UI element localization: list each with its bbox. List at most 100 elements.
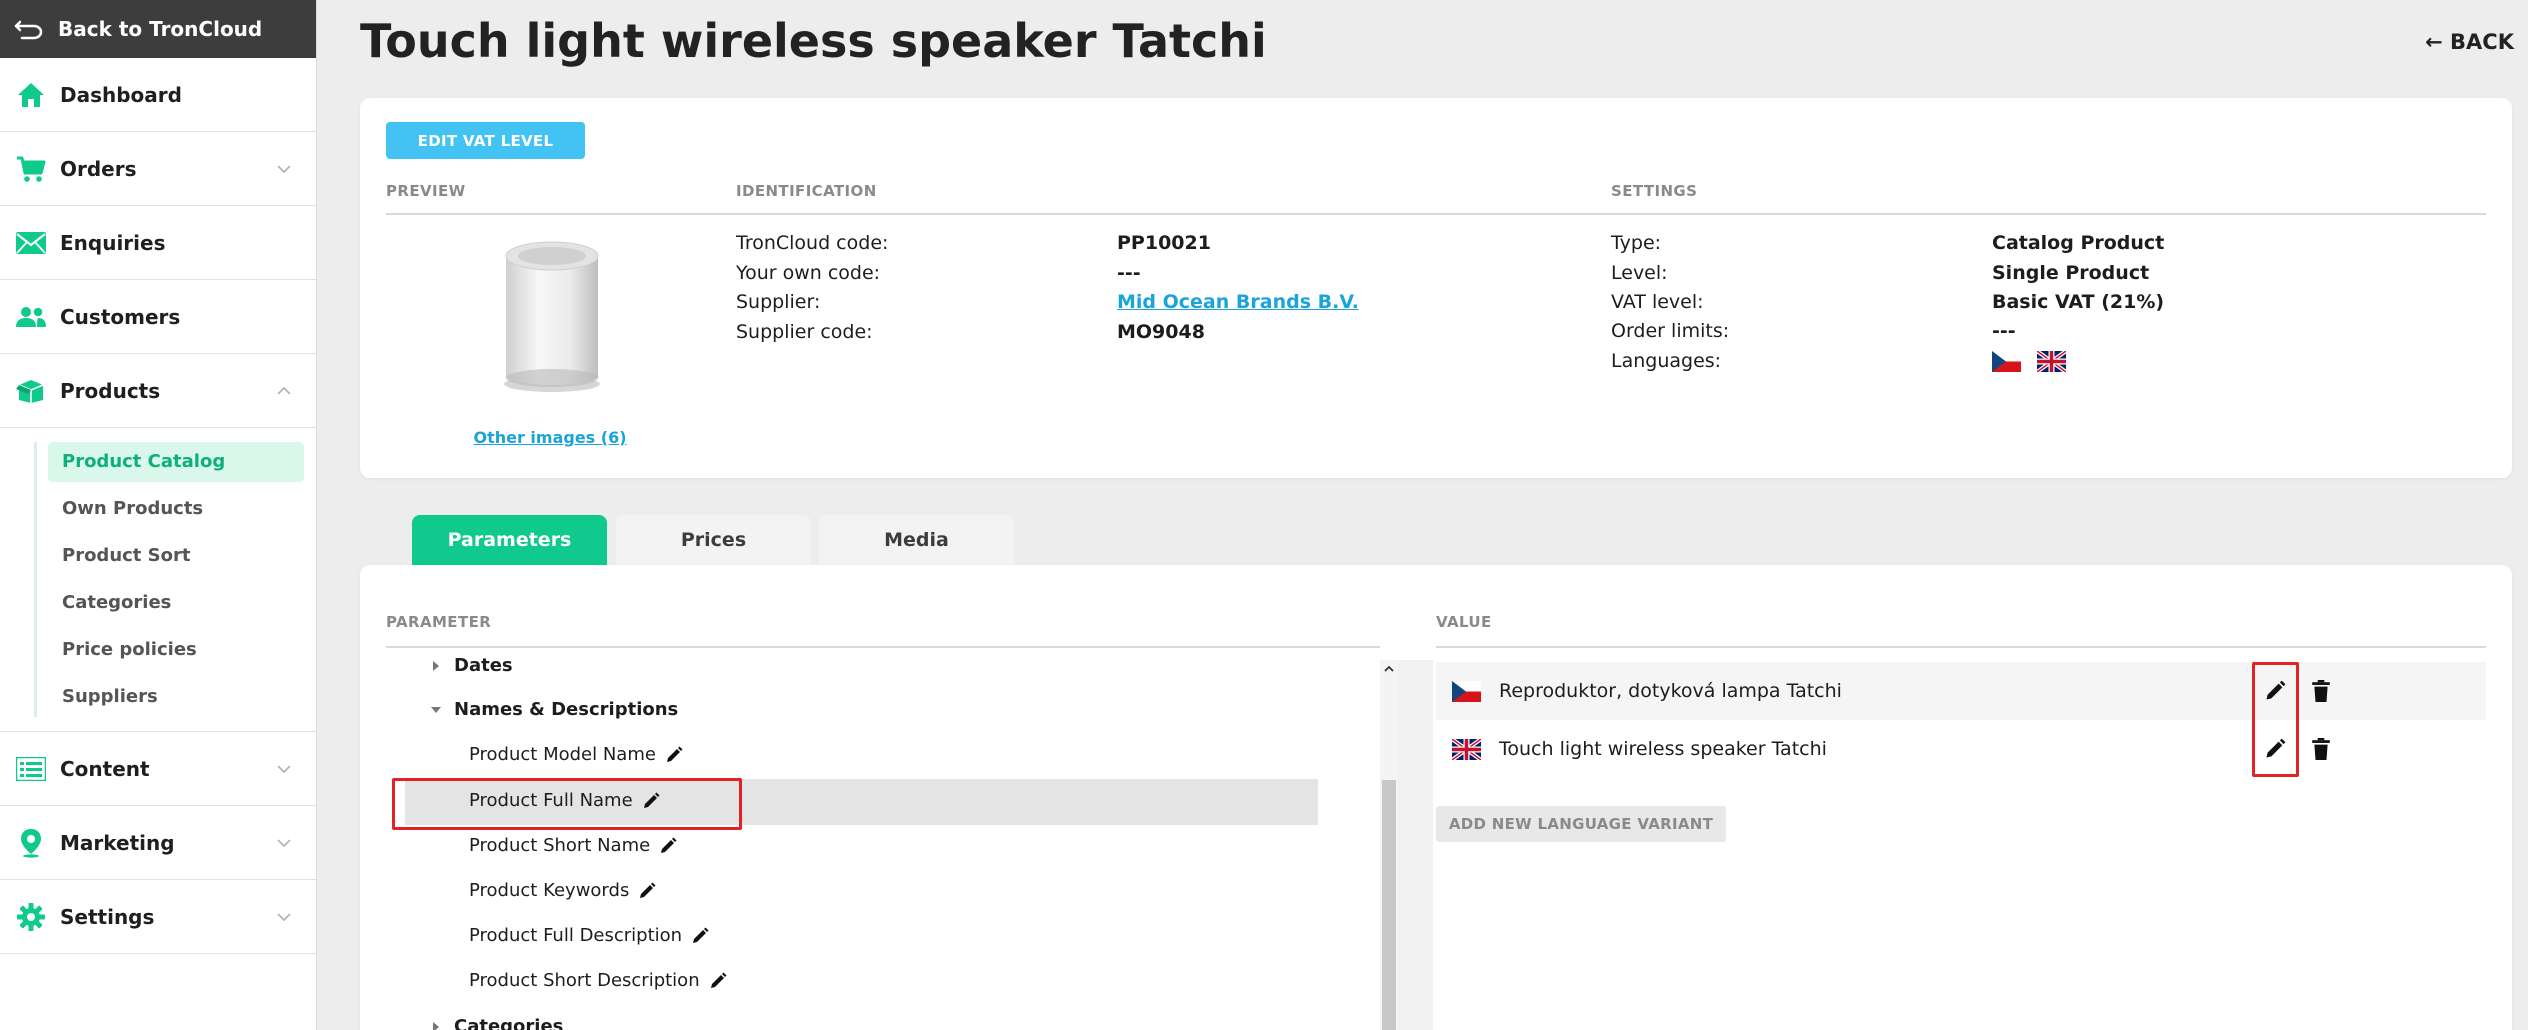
column-separator (1398, 660, 1433, 1030)
back-to-troncloud-link[interactable]: Back to TronCloud (0, 0, 316, 58)
highlight-box-full-name (392, 778, 742, 830)
uk-flag-icon (2036, 351, 2066, 372)
settings-header: SETTINGS (1611, 182, 1698, 200)
level-value: Single Product (1992, 262, 2150, 284)
sidebar-item-orders[interactable]: Orders (0, 132, 316, 206)
chevron-up-icon[interactable] (276, 383, 292, 399)
tree-group-names-descriptions[interactable]: Names & Descriptions (430, 699, 678, 720)
sidebar-item-label: Customers (60, 304, 181, 329)
return-arrow-icon (14, 20, 43, 40)
own-code-label: Your own code: (736, 262, 881, 284)
map-pin-icon (16, 828, 46, 858)
tree-item-product-model-name[interactable]: Product Model Name (469, 744, 683, 765)
tree-item-product-keywords[interactable]: Product Keywords (469, 880, 656, 901)
cart-icon (16, 154, 46, 184)
chevron-down-icon[interactable] (276, 161, 292, 177)
sidebar-item-enquiries[interactable]: Enquiries (0, 206, 316, 280)
sidebar-subitem-product-catalog[interactable]: Product Catalog (48, 442, 304, 482)
pencil-icon[interactable] (709, 972, 727, 990)
supplier-link[interactable]: Mid Ocean Brands B.V. (1117, 291, 1359, 313)
parameters-card: PARAMETER VALUE Dates Names & Descriptio… (360, 565, 2512, 1030)
sidebar: Back to TronCloud Dashboard Orders Enqui… (0, 0, 317, 1030)
sidebar-subitem-price-policies[interactable]: Price policies (48, 630, 304, 670)
submenu-rail (34, 442, 37, 717)
value-divider (1436, 646, 2486, 648)
supplier-code-label: Supplier code: (736, 321, 873, 343)
back-to-troncloud-label: Back to TronCloud (58, 17, 263, 41)
sidebar-item-label: Orders (60, 156, 137, 181)
sidebar-item-label: Dashboard (60, 82, 182, 107)
own-code-value: --- (1117, 262, 1141, 284)
sidebar-subitem-own-products[interactable]: Own Products (48, 489, 304, 529)
page-title: Touch light wireless speaker Tatchi (360, 14, 1267, 68)
back-label: BACK (2450, 30, 2514, 54)
parameter-column-header: PARAMETER (386, 613, 492, 631)
sidebar-subitem-suppliers[interactable]: Suppliers (48, 677, 304, 717)
arrow-left-icon: ← (2425, 30, 2443, 54)
sidebar-item-dashboard[interactable]: Dashboard (0, 58, 316, 132)
order-limits-value: --- (1992, 320, 2016, 342)
back-button[interactable]: ← BACK (2425, 30, 2514, 54)
sidebar-item-settings[interactable]: Settings (0, 880, 316, 954)
products-submenu: Product Catalog Own Products Product Sor… (0, 428, 316, 732)
other-images-link[interactable]: Other images (6) (450, 428, 650, 447)
supplier-label: Supplier: (736, 291, 821, 313)
troncloud-code-label: TronCloud code: (736, 232, 889, 254)
trash-icon[interactable] (2310, 680, 2332, 702)
tree-group-dates[interactable]: Dates (430, 655, 513, 676)
cz-flag-icon (1452, 680, 1481, 702)
scroll-up-icon[interactable] (1382, 662, 1396, 676)
sidebar-item-label: Products (60, 378, 161, 403)
cz-flag-icon (1992, 351, 2021, 372)
sidebar-item-customers[interactable]: Customers (0, 280, 316, 354)
tree-label: Product Keywords (469, 880, 630, 901)
sidebar-item-marketing[interactable]: Marketing (0, 806, 316, 880)
sidebar-item-products[interactable]: Products (0, 354, 316, 428)
trash-icon[interactable] (2310, 738, 2332, 760)
tree-label: Names & Descriptions (454, 699, 679, 720)
pencil-icon[interactable] (659, 837, 677, 855)
pencil-icon[interactable] (665, 746, 683, 764)
scrollbar-thumb[interactable] (1382, 780, 1396, 1030)
tab-prices[interactable]: Prices (616, 515, 811, 565)
vat-level-label: VAT level: (1611, 291, 1704, 313)
sidebar-item-label: Enquiries (60, 230, 166, 255)
pencil-icon[interactable] (691, 927, 709, 945)
value-text: Reproduktor, dotyková lampa Tatchi (1499, 680, 1842, 702)
add-language-variant-button[interactable]: ADD NEW LANGUAGE VARIANT (1436, 806, 1726, 842)
chevron-down-icon[interactable] (276, 909, 292, 925)
sidebar-item-content[interactable]: Content (0, 732, 316, 806)
product-preview-image[interactable] (500, 238, 604, 394)
edit-vat-level-button[interactable]: EDIT VAT LEVEL (386, 122, 585, 159)
preview-header: PREVIEW (386, 182, 466, 200)
value-column-header: VALUE (1436, 613, 1492, 631)
tree-group-categories[interactable]: Categories (430, 1016, 563, 1030)
value-text: Touch light wireless speaker Tatchi (1499, 738, 1827, 760)
tree-label: Product Short Name (469, 835, 651, 856)
sidebar-subitem-product-sort[interactable]: Product Sort (48, 536, 304, 576)
chevron-down-icon[interactable] (276, 761, 292, 777)
supplier-code-value: MO9048 (1117, 321, 1205, 343)
tree-item-product-short-name[interactable]: Product Short Name (469, 835, 677, 856)
sidebar-item-label: Marketing (60, 830, 175, 855)
caret-right-icon (430, 1021, 442, 1030)
caret-down-icon (430, 704, 442, 716)
uk-flag-icon (1452, 738, 1481, 760)
tree-item-product-full-description[interactable]: Product Full Description (469, 925, 709, 946)
chevron-down-icon[interactable] (276, 835, 292, 851)
tree-label: Dates (454, 655, 513, 676)
sidebar-subitem-categories[interactable]: Categories (48, 583, 304, 623)
troncloud-code-value: PP10021 (1117, 232, 1211, 254)
tab-media[interactable]: Media (819, 515, 1014, 565)
identification-header: IDENTIFICATION (736, 182, 877, 200)
order-limits-label: Order limits: (1611, 320, 1730, 342)
sidebar-item-label: Settings (60, 904, 155, 929)
tree-label: Product Full Description (469, 925, 683, 946)
tree-label: Categories (454, 1016, 564, 1030)
pencil-icon[interactable] (638, 882, 656, 900)
tab-parameters[interactable]: Parameters (412, 515, 607, 565)
tree-item-product-short-description[interactable]: Product Short Description (469, 970, 727, 991)
caret-right-icon (430, 660, 442, 672)
languages-value (1992, 350, 2075, 372)
level-label: Level: (1611, 262, 1668, 284)
